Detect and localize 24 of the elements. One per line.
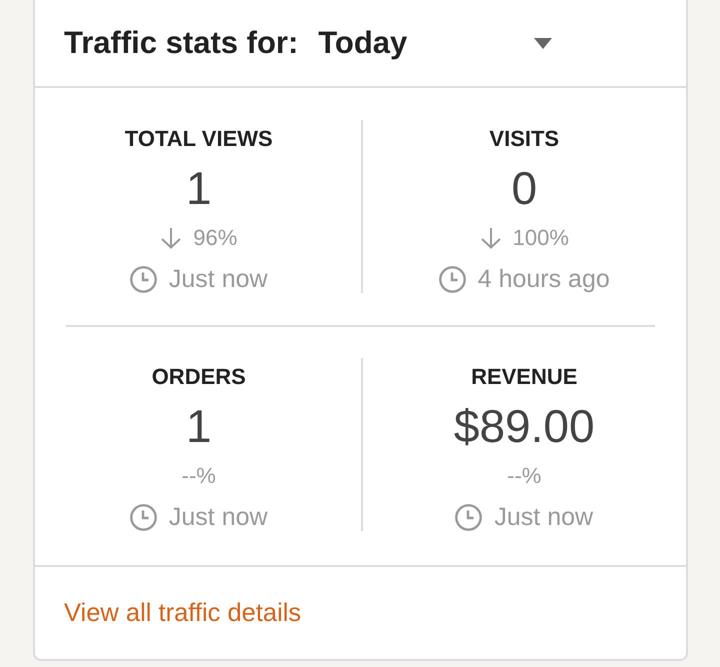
caret-icon xyxy=(534,38,552,48)
header-title: Traffic stats for: xyxy=(64,25,298,61)
clock-icon xyxy=(455,504,482,530)
stat-label: ORDERS xyxy=(152,364,246,390)
traffic-details-link[interactable]: View all traffic details xyxy=(64,598,302,628)
stat-label: TOTAL VIEWS xyxy=(124,126,273,152)
change-percent: 100% xyxy=(512,225,569,251)
clock-icon xyxy=(130,504,157,530)
updated-time: Just now xyxy=(168,265,268,293)
updated-time: 4 hours ago xyxy=(478,265,610,293)
change-percent: --% xyxy=(507,463,542,489)
updated-time: Just now xyxy=(168,503,268,531)
stat-label: VISITS xyxy=(489,126,560,152)
clock-icon xyxy=(438,266,466,292)
change-percent: --% xyxy=(182,463,216,489)
stat-value: $89.00 xyxy=(454,401,595,451)
stat-label: REVENUE xyxy=(471,364,578,390)
clock-icon xyxy=(130,266,157,292)
period-dropdown[interactable]: Today xyxy=(318,25,552,61)
updated-time: Just now xyxy=(494,503,594,531)
stat-value: 1 xyxy=(186,163,212,213)
stat-value: 1 xyxy=(186,401,212,451)
change-percent: 96% xyxy=(193,225,238,251)
stat-value: 0 xyxy=(511,163,538,213)
